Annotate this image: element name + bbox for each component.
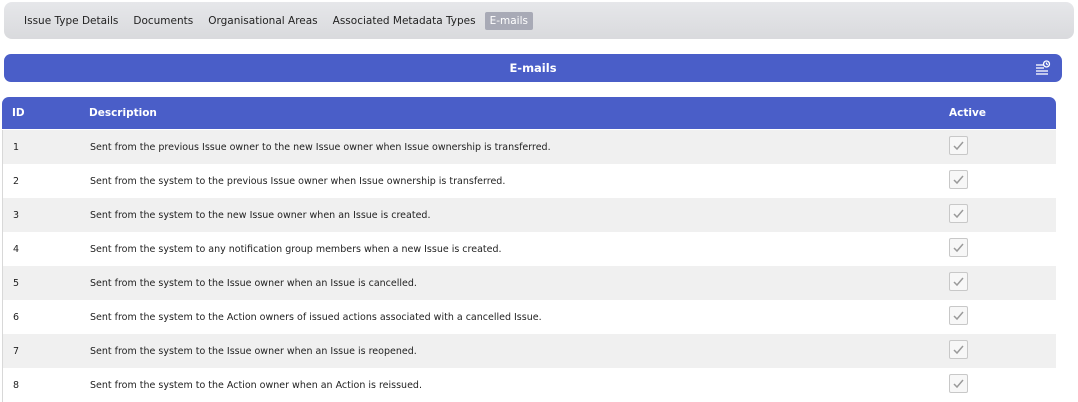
section-header: E-mails: [4, 54, 1062, 82]
row-id: 8: [13, 380, 20, 391]
list-settings-icon[interactable]: [1034, 59, 1052, 77]
table-row[interactable]: 3 Sent from the system to the new Issue …: [2, 198, 1056, 232]
active-checkbox[interactable]: [949, 204, 968, 223]
section-title: E-mails: [509, 61, 557, 75]
active-checkbox[interactable]: [949, 340, 968, 359]
tab-issue-type-details[interactable]: Issue Type Details: [18, 12, 124, 30]
row-id: 5: [13, 278, 20, 289]
check-icon: [953, 345, 964, 354]
row-id: 2: [13, 176, 20, 187]
row-description: Sent from the system to any notification…: [90, 244, 502, 255]
check-icon: [953, 209, 964, 218]
table-row[interactable]: 2 Sent from the system to the previous I…: [2, 164, 1056, 198]
active-checkbox[interactable]: [949, 136, 968, 155]
table-header: ID Description Active: [2, 97, 1056, 129]
row-id: 1: [13, 142, 20, 153]
row-id: 6: [13, 312, 20, 323]
row-id: 3: [13, 210, 20, 221]
check-icon: [953, 379, 964, 388]
check-icon: [953, 243, 964, 252]
table-row[interactable]: 5 Sent from the system to the Issue owne…: [2, 266, 1056, 300]
row-description: Sent from the system to the Issue owner …: [90, 278, 417, 289]
table-row[interactable]: 1 Sent from the previous Issue owner to …: [2, 130, 1056, 164]
column-header-active[interactable]: Active: [949, 107, 986, 119]
table-row[interactable]: 6 Sent from the system to the Action own…: [2, 300, 1056, 334]
row-description: Sent from the system to the new Issue ow…: [90, 210, 431, 221]
row-id: 4: [13, 244, 20, 255]
tab-e-mails[interactable]: E-mails: [484, 11, 533, 30]
check-icon: [953, 277, 964, 286]
row-description: Sent from the previous Issue owner to th…: [90, 142, 551, 153]
check-icon: [953, 141, 964, 150]
tab-organisational-areas[interactable]: Organisational Areas: [202, 12, 323, 30]
row-description: Sent from the system to the Issue owner …: [90, 346, 417, 357]
row-description: Sent from the system to the Action owner…: [90, 380, 422, 391]
tab-documents[interactable]: Documents: [127, 12, 199, 30]
table-body: 1 Sent from the previous Issue owner to …: [2, 130, 1056, 402]
column-header-description[interactable]: Description: [89, 107, 157, 119]
tab-bar: Issue Type Details Documents Organisatio…: [4, 2, 1074, 39]
active-checkbox[interactable]: [949, 238, 968, 257]
table-row[interactable]: 8 Sent from the system to the Action own…: [2, 368, 1056, 402]
row-description: Sent from the system to the previous Iss…: [90, 176, 506, 187]
column-header-id[interactable]: ID: [12, 107, 25, 119]
check-icon: [953, 311, 964, 320]
active-checkbox[interactable]: [949, 306, 968, 325]
table-row[interactable]: 4 Sent from the system to any notificati…: [2, 232, 1056, 266]
check-icon: [953, 175, 964, 184]
row-id: 7: [13, 346, 20, 357]
row-description: Sent from the system to the Action owner…: [90, 312, 542, 323]
table-row[interactable]: 7 Sent from the system to the Issue owne…: [2, 334, 1056, 368]
active-checkbox[interactable]: [949, 374, 968, 393]
tab-associated-metadata-types[interactable]: Associated Metadata Types: [327, 12, 482, 30]
active-checkbox[interactable]: [949, 272, 968, 291]
active-checkbox[interactable]: [949, 170, 968, 189]
